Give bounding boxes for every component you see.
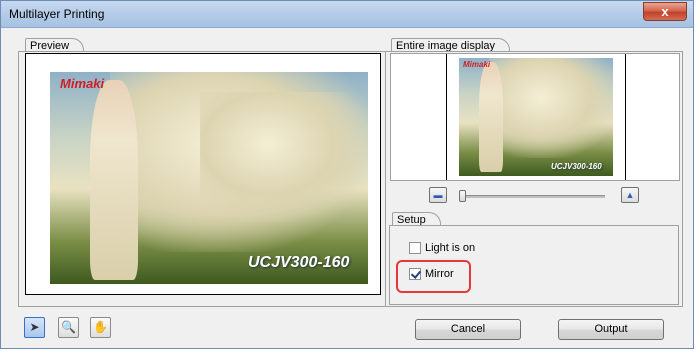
- cancel-button[interactable]: Cancel: [415, 319, 521, 340]
- thumbnail-frame: Mimaki UCJV300-160: [446, 54, 626, 180]
- thumbnail-image: Mimaki UCJV300-160: [459, 58, 613, 176]
- light-is-on-option[interactable]: Light is on: [409, 241, 475, 255]
- preview-image: Mimaki UCJV300-160: [50, 72, 368, 284]
- mirror-highlight: [396, 260, 471, 293]
- zoom-out-button[interactable]: ▬: [429, 187, 447, 203]
- tab-entire-image-display: Entire image display: [391, 38, 511, 52]
- zoom-in-icon: ▲: [625, 190, 635, 200]
- model-name-text: UCJV300-160: [248, 254, 350, 271]
- close-icon: x: [661, 4, 669, 19]
- zoom-tool-button[interactable]: 🔍: [58, 317, 79, 338]
- multilayer-printing-dialog: Multilayer Printing x Preview Mimaki UCJ…: [0, 0, 694, 349]
- light-is-on-label: Light is on: [425, 242, 476, 254]
- model-figure: [479, 62, 503, 172]
- zoom-in-button[interactable]: ▲: [621, 187, 639, 203]
- close-button[interactable]: x: [643, 2, 687, 21]
- zoom-control: ▬ ▲: [429, 187, 639, 205]
- model-figure: [90, 80, 138, 280]
- mimaki-logo: Mimaki: [463, 60, 491, 69]
- light-is-on-checkbox[interactable]: [409, 242, 421, 255]
- fabric-shape: [489, 58, 613, 158]
- zoom-out-icon: ▬: [433, 190, 443, 200]
- pointer-icon: ➤: [29, 320, 40, 334]
- hand-tool-button[interactable]: ✋: [90, 317, 111, 338]
- fabric-shape: [200, 92, 368, 222]
- output-button[interactable]: Output: [558, 319, 664, 340]
- magnifier-icon: 🔍: [61, 320, 76, 334]
- zoom-slider-thumb[interactable]: [459, 190, 466, 202]
- title-bar[interactable]: Multilayer Printing x: [1, 1, 693, 28]
- window-title: Multilayer Printing: [9, 7, 105, 21]
- model-name-text: UCJV300-160: [551, 162, 602, 171]
- hand-icon: ✋: [93, 320, 108, 334]
- mimaki-logo: Mimaki: [60, 76, 105, 91]
- preview-canvas[interactable]: Mimaki UCJV300-160: [25, 53, 381, 295]
- entire-image-viewport[interactable]: Mimaki UCJV300-160: [390, 53, 680, 181]
- tab-setup: Setup: [392, 212, 441, 226]
- pointer-tool-button[interactable]: ➤: [24, 317, 45, 338]
- zoom-slider-track[interactable]: [459, 195, 605, 198]
- tab-preview: Preview: [25, 38, 85, 52]
